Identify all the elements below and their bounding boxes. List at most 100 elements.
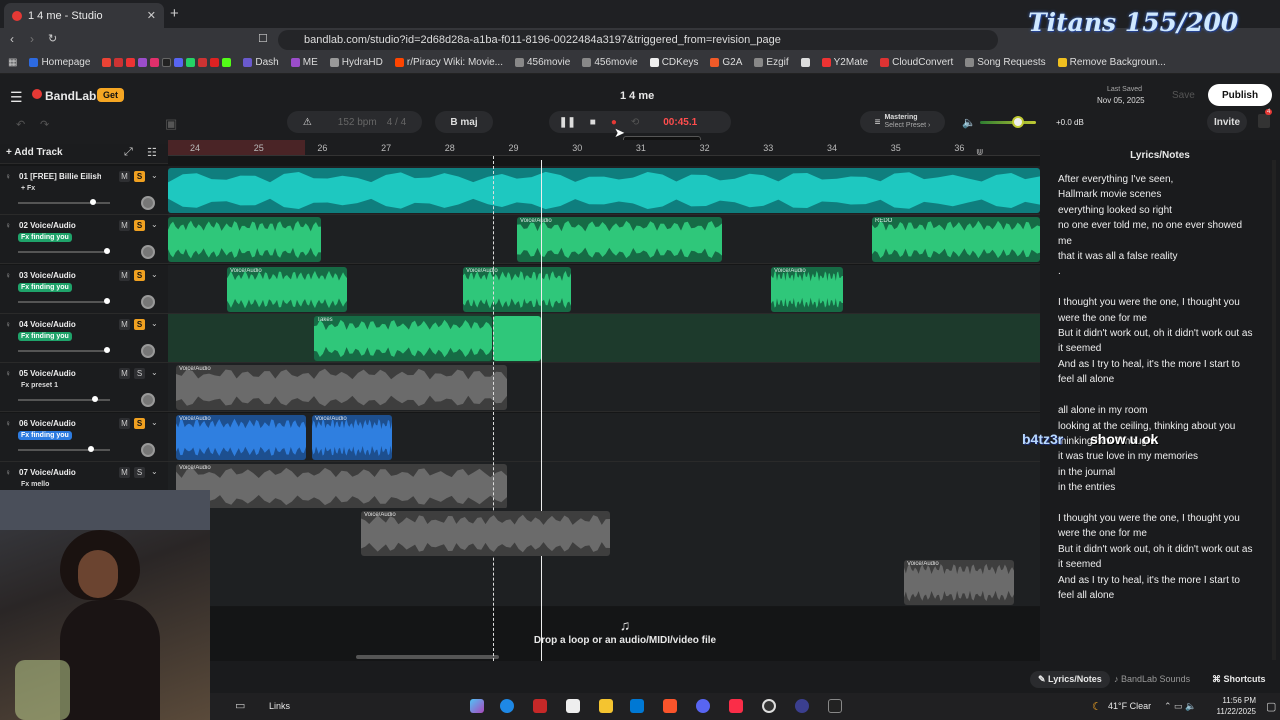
audio-clip[interactable]: REDO [872, 217, 1040, 263]
undo-icon[interactable]: ↶ [16, 118, 25, 131]
track-lane[interactable]: Takes [168, 313, 1040, 363]
bookmark-item[interactable]: r/Piracy Wiki: Movie... [394, 57, 503, 68]
track-fx-badge[interactable]: Fx finding you [18, 430, 72, 440]
track-lane[interactable]: Voice/Audio [168, 363, 1040, 413]
task-view-icon[interactable]: ▭ [235, 699, 245, 712]
track-header[interactable]: ♀ 04 Voice/Audio Fx finding you M S ⌄ [0, 313, 168, 363]
chevron-down-icon[interactable]: ⌄ [151, 418, 158, 427]
lyrics-text[interactable]: After everything I've seen, Hallmark mov… [1058, 172, 1258, 603]
loop-region[interactable] [168, 140, 305, 155]
shortcuts-button[interactable]: ⌘ Shortcuts [1212, 674, 1266, 685]
metronome-icon[interactable]: ⚠ [303, 117, 312, 128]
new-tab-icon[interactable]: + [170, 5, 179, 22]
chevron-down-icon[interactable]: ⌄ [151, 319, 158, 328]
mic-icon[interactable]: ♀ [5, 172, 11, 181]
obs-icon[interactable] [762, 699, 776, 713]
automation-icon[interactable]: ⤢ [124, 146, 133, 159]
get-membership-button[interactable]: Get [97, 88, 125, 102]
back-icon[interactable]: ‹ [10, 32, 14, 46]
close-tab-icon[interactable]: ✕ [147, 9, 156, 22]
pan-knob[interactable] [141, 393, 155, 408]
snap-icon[interactable]: ⋓ [976, 147, 984, 158]
track-name[interactable]: 02 Voice/Audio [19, 221, 101, 230]
audio-clip[interactable]: Voice/Audio [361, 511, 610, 556]
mic-icon[interactable]: ♀ [5, 369, 11, 378]
pan-knob[interactable] [141, 245, 155, 260]
solo-button[interactable]: S [134, 466, 145, 478]
track-volume-slider[interactable] [18, 202, 110, 204]
mute-button[interactable]: M [119, 171, 130, 182]
audio-clip[interactable]: Voice/Audio [227, 266, 347, 312]
app-icon[interactable] [795, 699, 809, 713]
audio-clip[interactable]: Takes [314, 315, 492, 361]
save-button[interactable]: Save [1172, 90, 1195, 101]
horizontal-scrollbar[interactable] [356, 655, 499, 659]
layout-toggle-icon[interactable]: ▣ [165, 116, 177, 132]
file-explorer-icon[interactable] [599, 699, 613, 713]
track-volume-handle[interactable] [104, 346, 110, 353]
track-volume-handle[interactable] [104, 297, 110, 304]
track-lane[interactable] [168, 166, 1040, 215]
solo-button[interactable]: S [134, 171, 145, 182]
track-name[interactable]: 01 [FREE] Billie Eilish P... [19, 172, 101, 181]
edge-icon[interactable] [500, 699, 514, 713]
loop-icon[interactable]: ⟲ [631, 117, 639, 128]
bookmark-item[interactable]: 456movie [582, 57, 638, 68]
audio-clip[interactable]: Voice/Audio [176, 463, 507, 509]
solo-button[interactable]: S [134, 417, 145, 429]
mute-button[interactable]: M [119, 417, 130, 429]
track-name[interactable]: 03 Voice/Audio [19, 271, 101, 280]
mute-button[interactable]: M [119, 269, 130, 281]
bookmark-item[interactable] [800, 58, 810, 67]
bookmark-item[interactable]: Ezgif [754, 57, 789, 68]
chevron-down-icon[interactable]: ⌄ [151, 270, 158, 279]
lyrics-notes-tab[interactable]: ✎ Lyrics/Notes [1030, 671, 1110, 688]
track-fx-badge[interactable]: Fx mello [18, 480, 52, 489]
track-fx-badge[interactable]: Fx finding you [18, 331, 72, 341]
solo-button[interactable]: S [134, 220, 145, 232]
solo-button[interactable]: S [134, 269, 145, 281]
chevron-down-icon[interactable]: ⌄ [151, 368, 158, 377]
davinci-icon[interactable] [566, 699, 580, 713]
audio-clip[interactable]: Voice/Audio [312, 414, 392, 460]
mute-button[interactable]: M [119, 220, 130, 232]
track-fx-badge[interactable]: Fx preset 1 [18, 381, 61, 390]
track-name[interactable]: 05 Voice/Audio [19, 369, 101, 378]
audio-clip[interactable] [493, 315, 541, 361]
audio-clip[interactable]: Voice/Audio [517, 217, 722, 263]
publish-button[interactable]: Publish [1208, 84, 1272, 106]
track-lane[interactable]: Voice/Audio Voice/Audio [168, 412, 1040, 462]
bookmark-item[interactable]: 456movie [514, 57, 570, 68]
discord-icon[interactable] [696, 699, 710, 713]
menu-icon[interactable]: ☰ [10, 89, 23, 106]
track-header[interactable]: ♀ 03 Voice/Audio Fx finding you M S ⌄ [0, 264, 168, 314]
track-name[interactable]: 04 Voice/Audio [19, 320, 101, 329]
pan-knob[interactable] [141, 442, 155, 457]
mastering-button[interactable]: ≡ Mastering Select Preset › [860, 111, 945, 133]
bookmark-item[interactable]: Y2Mate [821, 57, 868, 68]
track-volume-handle[interactable] [92, 396, 98, 403]
pause-button[interactable]: ❚❚ [559, 117, 576, 128]
audio-clip[interactable]: Voice/Audio [176, 365, 507, 411]
track-volume-slider[interactable] [18, 251, 110, 254]
bookmark-item[interactable]: Homepage [29, 57, 90, 68]
voicemeeter-icon[interactable] [533, 699, 547, 713]
copilot-icon[interactable] [470, 699, 484, 713]
chevron-down-icon[interactable]: ⌄ [151, 467, 158, 476]
bookmark-item[interactable]: HydraHD [329, 57, 383, 68]
tray-icons[interactable]: ⌃ ▭ 🔈 [1164, 701, 1196, 712]
brave-icon[interactable] [663, 699, 677, 713]
track-header[interactable]: ♀ 01 [FREE] Billie Eilish P... + Fx M S … [0, 166, 168, 215]
epic-games-icon[interactable] [828, 699, 842, 713]
master-volume-handle[interactable] [1012, 116, 1024, 128]
reload-icon[interactable]: ↻ [48, 32, 57, 45]
notification-center-icon[interactable]: ▢ [1266, 700, 1276, 713]
audio-clip[interactable]: Voice/Audio [771, 266, 843, 312]
invite-button[interactable]: Invite [1207, 111, 1247, 133]
mic-icon[interactable]: ♀ [5, 221, 11, 230]
music-app-icon[interactable] [729, 699, 743, 713]
bookmark-item[interactable]: G2A [710, 57, 742, 68]
mic-icon[interactable]: ♀ [5, 468, 11, 477]
bookmark-item[interactable]: CloudConvert [880, 57, 953, 68]
bookmark-item[interactable]: Dash [243, 57, 279, 68]
